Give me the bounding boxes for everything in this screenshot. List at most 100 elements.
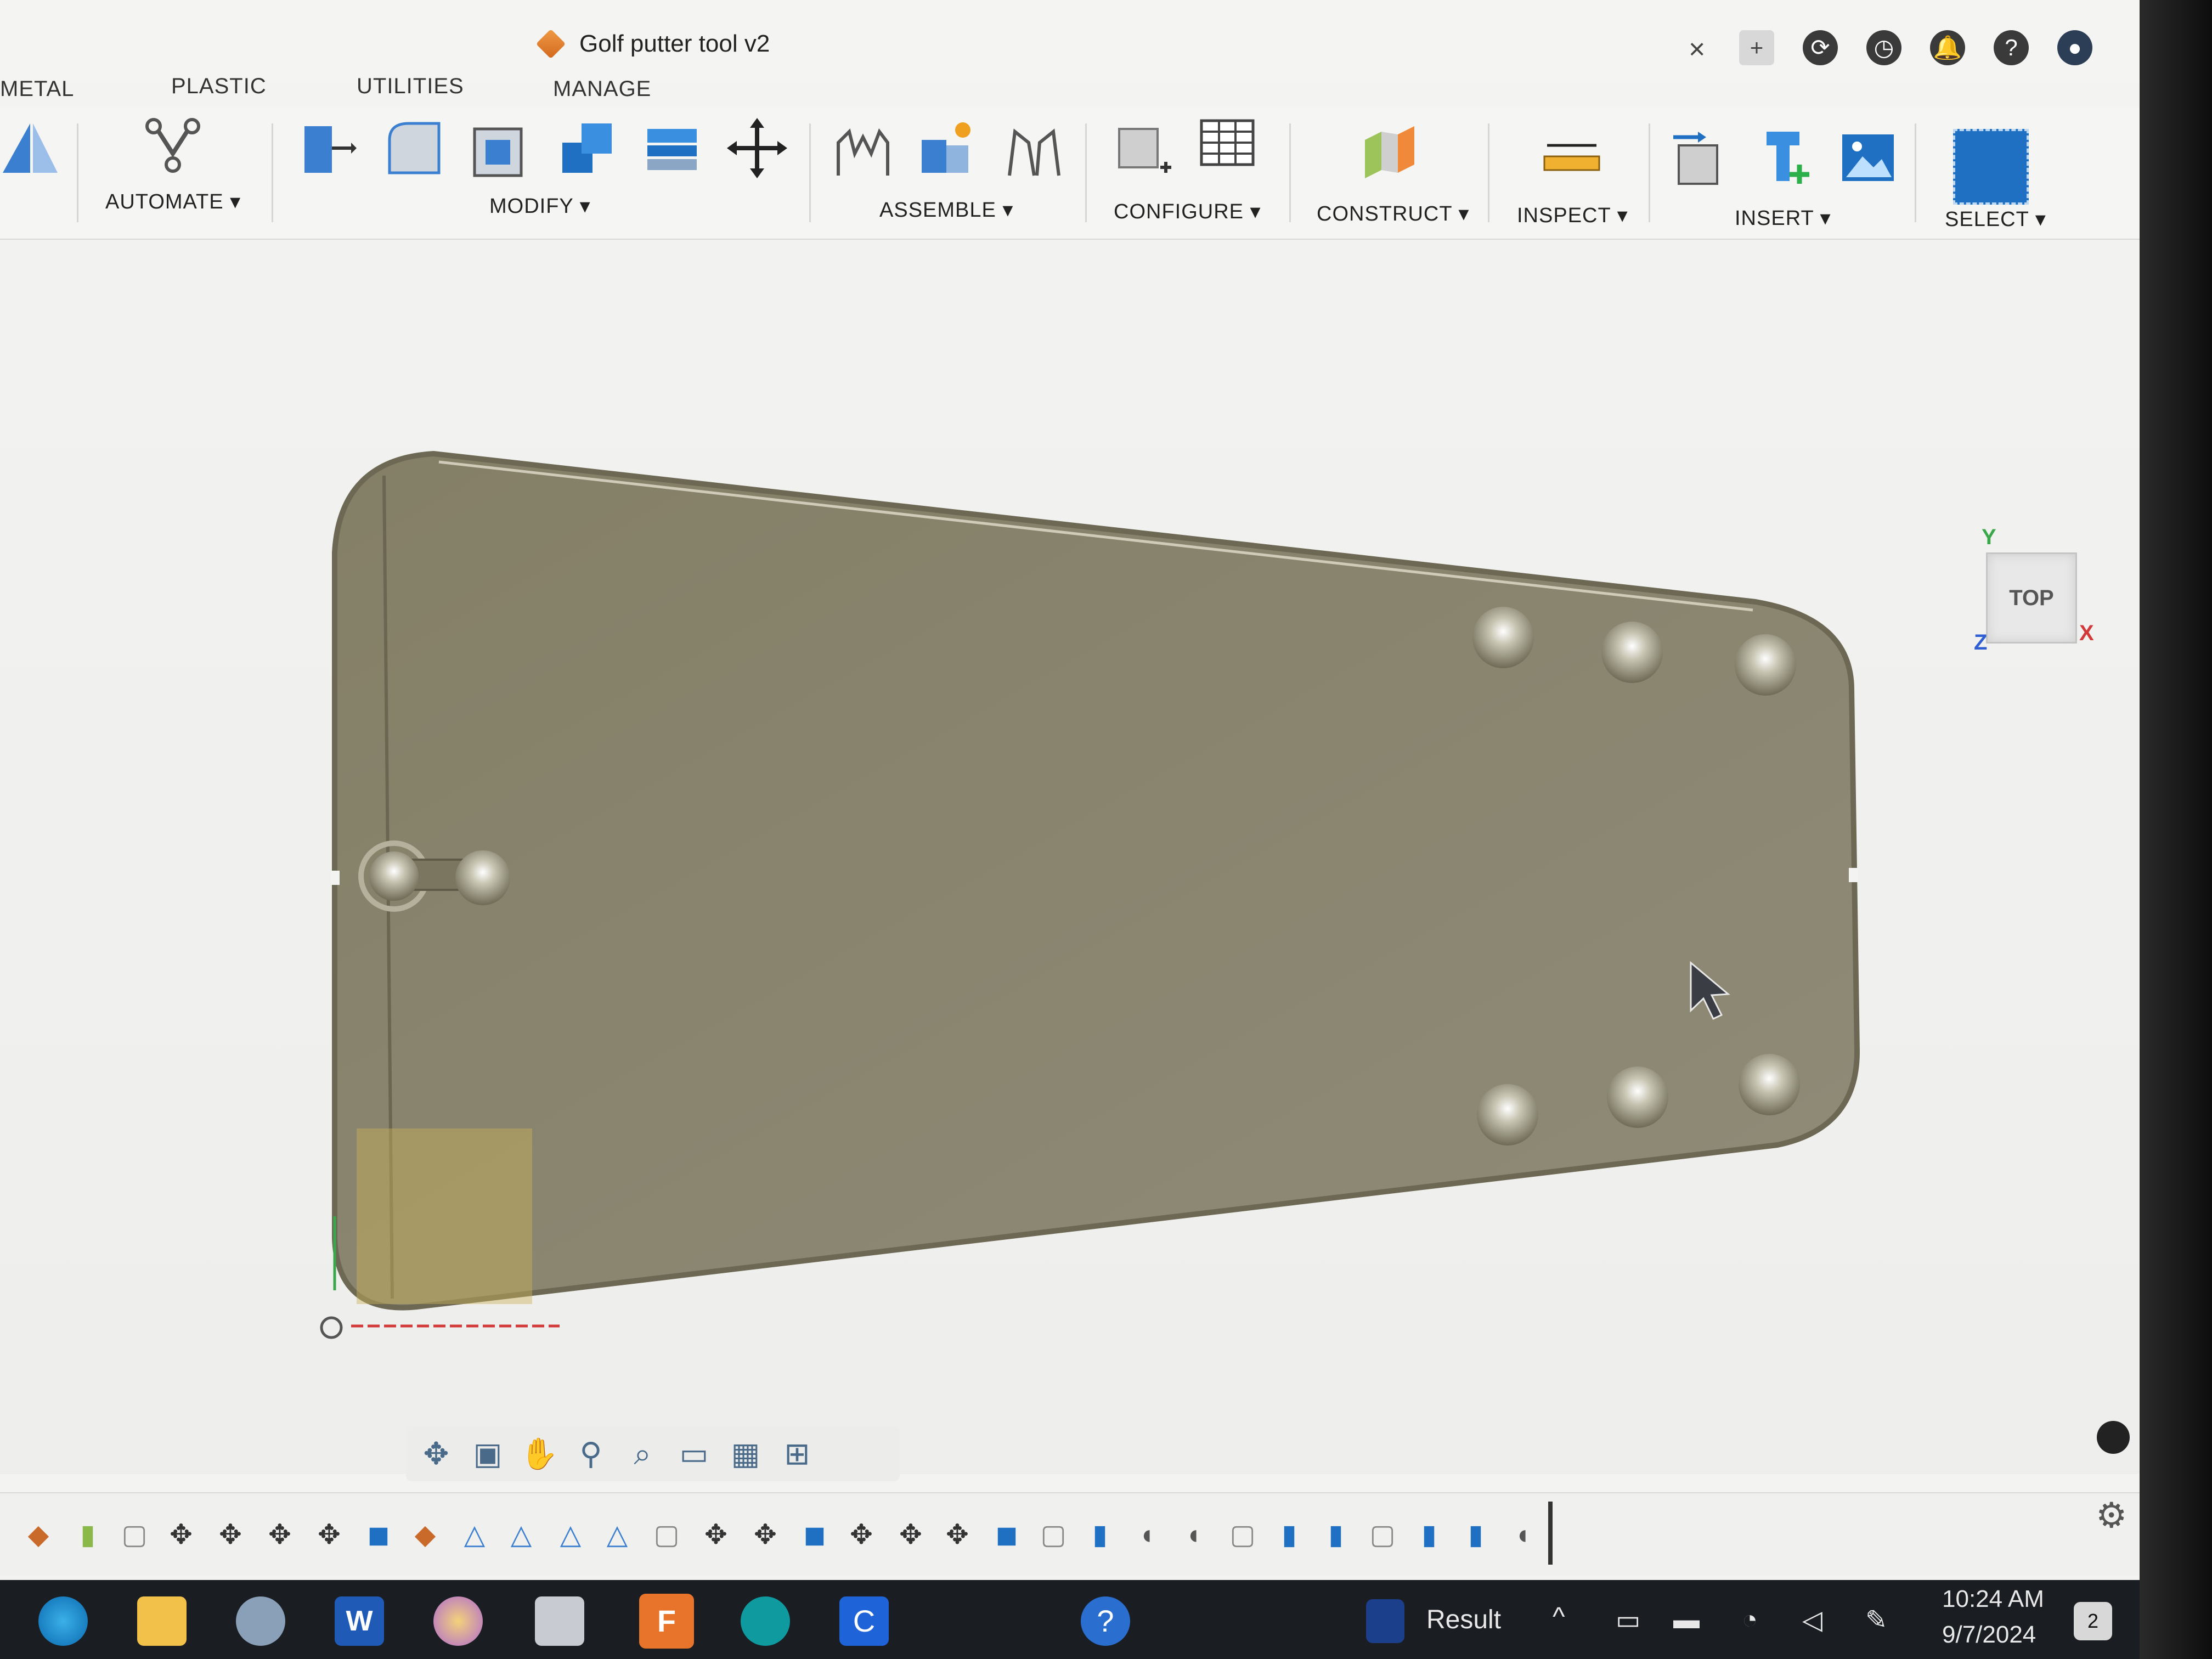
timeline-move-icon[interactable]: ✥ [165, 1518, 198, 1551]
timeline-mirror-icon[interactable]: △ [601, 1518, 634, 1551]
timeline-move-icon[interactable]: ✥ [313, 1518, 346, 1551]
modify-menu[interactable]: MODIFY ▾ [489, 194, 591, 218]
mirror-icon[interactable] [0, 118, 60, 178]
news-widget-icon[interactable] [1366, 1599, 1404, 1643]
timeline-sketch-icon[interactable]: ▢ [1226, 1518, 1259, 1551]
timeline-fillet-icon[interactable]: ◖ [1506, 1518, 1539, 1551]
timeline-move-icon[interactable]: ✥ [749, 1518, 782, 1551]
close-tab-button[interactable]: × [1689, 33, 1705, 66]
timeline-sketch-icon[interactable]: ▢ [1037, 1518, 1070, 1551]
timeline-combine-icon[interactable]: ◼ [990, 1518, 1023, 1551]
widget-text[interactable]: Result [1426, 1605, 1501, 1635]
automate-menu[interactable]: AUTOMATE ▾ [105, 189, 241, 214]
timeline-extrude-icon[interactable]: ▮ [1084, 1518, 1116, 1551]
timeline-mirror-icon[interactable]: △ [458, 1518, 491, 1551]
grid-settings-icon[interactable]: ▦ [726, 1435, 765, 1473]
sketch-region[interactable] [357, 1128, 532, 1304]
clock-time[interactable]: 10:24 AM [1942, 1585, 2044, 1613]
press-pull-icon[interactable] [296, 118, 357, 178]
origin-point[interactable] [320, 1316, 343, 1339]
orbit-icon[interactable]: ✥ [417, 1435, 455, 1473]
fusion-360-icon[interactable]: F [639, 1594, 694, 1649]
document-tab[interactable]: Golf putter tool v2 [535, 22, 770, 66]
combine-icon[interactable] [557, 118, 617, 178]
canvas-viewport[interactable]: TOP Y X Z [0, 240, 2140, 1474]
select-icon[interactable] [1953, 129, 2029, 205]
new-component-icon[interactable] [833, 121, 893, 181]
offset-face-icon[interactable] [642, 118, 702, 178]
help-app-icon[interactable]: ? [1081, 1596, 1130, 1646]
configure-menu[interactable]: CONFIGURE ▾ [1114, 199, 1261, 224]
timeline-extrude-icon[interactable]: ▮ [1413, 1518, 1446, 1551]
insert-menu[interactable]: INSERT ▾ [1735, 206, 1831, 230]
shell-icon[interactable] [469, 118, 529, 178]
zoom-icon[interactable]: ⚲ [572, 1435, 610, 1473]
clock-icon[interactable]: ◷ [1866, 30, 1901, 65]
select-menu[interactable]: SELECT ▾ [1945, 207, 2046, 232]
inspect-menu[interactable]: INSPECT ▾ [1517, 203, 1628, 228]
file-explorer-icon[interactable] [137, 1596, 187, 1646]
timeline-sketch-icon[interactable]: ◆ [409, 1518, 442, 1551]
timeline-extrude-icon[interactable]: ▮ [1459, 1518, 1492, 1551]
timeline-extrude-icon[interactable]: ▮ [1319, 1518, 1352, 1551]
new-tab-icon[interactable]: + [1739, 30, 1774, 65]
timeline-extrude-icon[interactable]: ▮ [1273, 1518, 1306, 1551]
timeline-combine-icon[interactable]: ◼ [362, 1518, 395, 1551]
timeline-move-icon[interactable]: ✥ [263, 1518, 296, 1551]
viewcube[interactable]: TOP [1986, 552, 2077, 644]
as-built-joint-icon[interactable] [1004, 121, 1064, 181]
timeline-marker[interactable] [1548, 1502, 1553, 1565]
timeline-fillet-icon[interactable]: ◖ [1130, 1518, 1163, 1551]
fit-icon[interactable]: ⌕ [623, 1435, 662, 1473]
pen-icon[interactable]: ✎ [1865, 1605, 1887, 1635]
timeline-move-icon[interactable]: ✥ [845, 1518, 878, 1551]
volume-icon[interactable]: ◁ [1802, 1605, 1822, 1635]
camera-icon[interactable]: ▭ [1616, 1605, 1640, 1635]
tab-manage[interactable]: MANAGE [553, 77, 651, 101]
joint-icon[interactable] [916, 118, 977, 178]
word-icon[interactable]: W [335, 1596, 384, 1646]
timeline-plane-icon[interactable]: ▮ [71, 1518, 104, 1551]
comments-icon[interactable] [2097, 1421, 2130, 1454]
timeline-settings-icon[interactable]: ⚙ [2096, 1495, 2127, 1536]
configure-model-icon[interactable] [1114, 118, 1174, 178]
canvas-image-icon[interactable] [1838, 129, 1898, 189]
viewports-icon[interactable]: ⊞ [778, 1435, 816, 1473]
offset-plane-icon[interactable] [1359, 123, 1420, 184]
move-icon[interactable] [727, 118, 787, 178]
fillet-icon[interactable] [384, 118, 444, 178]
configuration-table-icon[interactable] [1197, 115, 1257, 176]
look-at-icon[interactable]: ▣ [469, 1435, 507, 1473]
insert-derive-icon[interactable] [1668, 129, 1728, 189]
timeline-move-icon[interactable]: ✥ [894, 1518, 927, 1551]
refresh-icon[interactable]: ⟳ [1803, 30, 1838, 65]
cura-icon[interactable]: C [839, 1596, 889, 1646]
arduino-icon[interactable] [741, 1596, 790, 1646]
tab-plastic[interactable]: PLASTIC [171, 74, 267, 99]
help-icon[interactable]: ? [1994, 30, 2029, 65]
tray-overflow-icon[interactable]: ^ [1553, 1602, 1565, 1632]
automate-icon[interactable] [143, 115, 203, 176]
timeline-sketch-icon[interactable]: ◆ [22, 1518, 55, 1551]
timeline-move-icon[interactable]: ✥ [699, 1518, 732, 1551]
timeline-move-icon[interactable]: ✥ [214, 1518, 247, 1551]
timeline-combine-icon[interactable]: ◼ [798, 1518, 831, 1551]
insert-mcmaster-icon[interactable] [1756, 126, 1816, 187]
edge-browser-icon[interactable] [38, 1596, 88, 1646]
paint-icon[interactable] [433, 1596, 483, 1646]
assemble-menu[interactable]: ASSEMBLE ▾ [879, 198, 1014, 222]
timeline-sketch-icon[interactable]: ▢ [118, 1518, 151, 1551]
timeline-sketch-icon[interactable]: ▢ [1366, 1518, 1399, 1551]
notification-icon[interactable]: 2 [2074, 1602, 2112, 1640]
pan-icon[interactable]: ✋ [520, 1435, 558, 1473]
timeline-mirror-icon[interactable]: △ [505, 1518, 538, 1551]
clock-date[interactable]: 9/7/2024 [1942, 1621, 2036, 1649]
tab-utilities[interactable]: UTILITIES [357, 74, 464, 99]
app-icon[interactable] [236, 1596, 285, 1646]
account-icon[interactable]: ● [2057, 30, 2092, 65]
construct-menu[interactable]: CONSTRUCT ▾ [1317, 201, 1469, 226]
timeline-fillet-icon[interactable]: ◖ [1177, 1518, 1210, 1551]
app-window-icon[interactable] [535, 1596, 584, 1646]
bell-icon[interactable]: 🔔 [1930, 30, 1965, 65]
timeline-mirror-icon[interactable]: △ [554, 1518, 587, 1551]
